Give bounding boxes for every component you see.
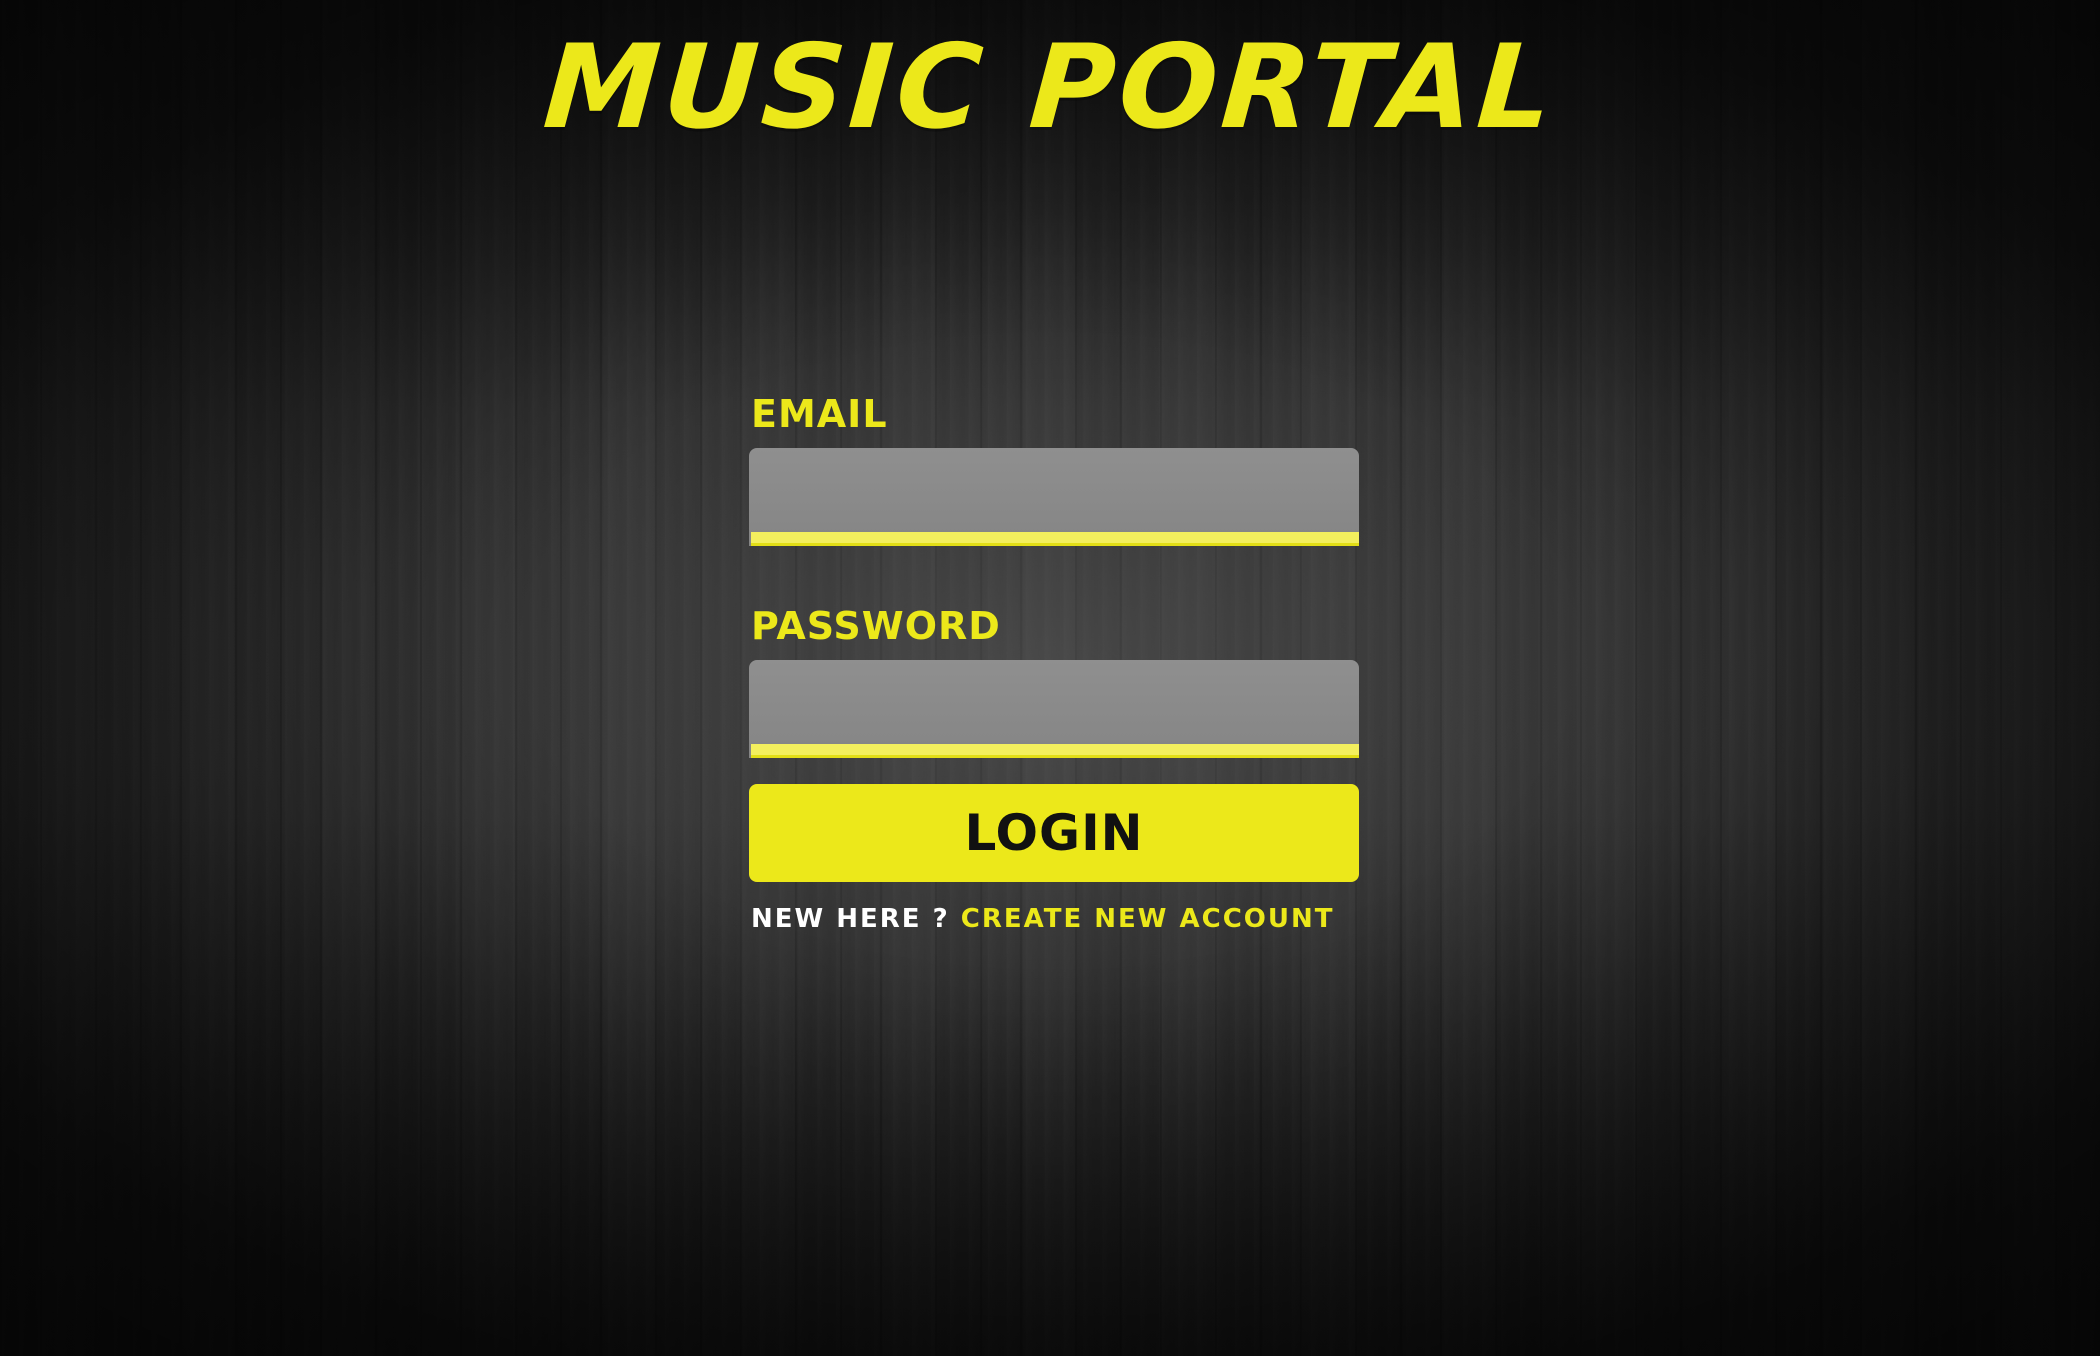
- login-button[interactable]: LOGIN: [749, 784, 1359, 882]
- email-field-wrapper: [749, 448, 1359, 546]
- password-field-underline: [751, 744, 1359, 758]
- login-form: EMAIL PASSWORD LOGIN NEW HERE ? CREATE N…: [749, 392, 1359, 936]
- create-account-link[interactable]: CREATE NEW ACCOUNT: [961, 904, 1335, 934]
- password-field-wrapper: [749, 660, 1359, 758]
- signup-prompt: NEW HERE ?: [751, 904, 950, 934]
- password-field[interactable]: [749, 660, 1359, 744]
- password-label: PASSWORD: [751, 604, 1001, 648]
- signup-row: NEW HERE ? CREATE NEW ACCOUNT: [751, 902, 1359, 936]
- email-field[interactable]: [749, 448, 1359, 532]
- email-label: EMAIL: [751, 392, 888, 436]
- page-title: MUSIC PORTAL: [539, 20, 1561, 155]
- email-field-underline: [751, 532, 1359, 546]
